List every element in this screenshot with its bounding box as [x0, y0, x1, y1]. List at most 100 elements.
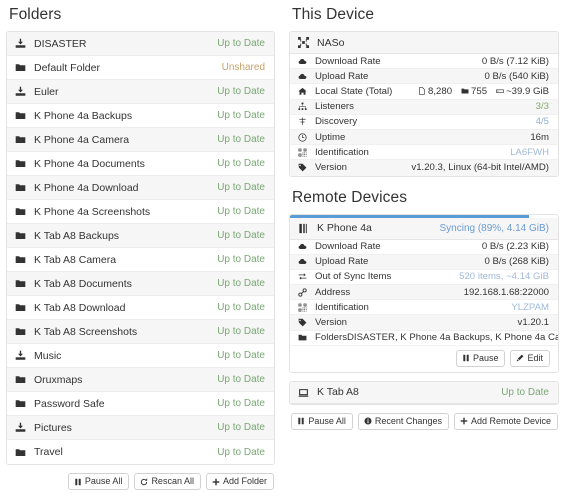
folder-icon — [298, 333, 314, 342]
detail-label: Download Rate — [314, 56, 482, 67]
detail-value: 192.168.1.68:22000 — [464, 287, 549, 298]
folders-column: Folders DISASTERUp to DateDefault Folder… — [0, 0, 283, 500]
folder-status: Up to Date — [217, 182, 265, 193]
pause-icon — [74, 478, 82, 486]
detail-value: 8,280755~39.9 GiB — [418, 86, 549, 97]
remote-device-panel: K Tab A8Up to Date — [289, 381, 559, 405]
device-detail-row: Uptime16m — [290, 130, 558, 145]
folder-row[interactable]: EulerUp to Date — [7, 80, 274, 104]
folder-status: Up to Date — [217, 254, 265, 265]
remote-device-name: K Tab A8 — [315, 386, 501, 398]
folder-row[interactable]: K Tab A8 ScreenshotsUp to Date — [7, 320, 274, 344]
pause-icon — [297, 417, 305, 425]
folder-name: K Phone 4a Screenshots — [32, 206, 217, 218]
folder-status: Unshared — [222, 62, 265, 73]
recent-changes-button[interactable]: Recent Changes — [358, 413, 449, 430]
send-only-folder-icon — [15, 38, 32, 49]
folder-row[interactable]: TravelUp to Date — [7, 440, 274, 464]
folder-name: K Phone 4a Camera — [32, 134, 217, 146]
remote-device-status: Up to Date — [501, 387, 549, 398]
folder-row[interactable]: K Tab A8 DownloadUp to Date — [7, 296, 274, 320]
folder-row[interactable]: K Tab A8 BackupsUp to Date — [7, 224, 274, 248]
folder-panel-actions: Pause All Rescan All Add Folder — [6, 473, 275, 490]
folder-name: Music — [32, 350, 217, 362]
detail-label: Upload Rate — [314, 256, 484, 267]
detail-value: 0 B/s (268 KiB) — [484, 256, 549, 267]
button-label: Pause All — [85, 477, 123, 486]
pause-icon — [462, 354, 470, 362]
folder-icon — [15, 134, 32, 145]
device-detail-row: Discovery4/5 — [290, 115, 558, 130]
this-device-header[interactable]: NASo — [290, 32, 558, 54]
device-detail-row: IdentificationLA6FWH — [290, 145, 558, 160]
button-label: Pause All — [308, 417, 346, 426]
folder-row[interactable]: K Tab A8 CameraUp to Date — [7, 248, 274, 272]
exchange-icon — [298, 272, 314, 281]
folder-status: Up to Date — [217, 230, 265, 241]
pause-all-button[interactable]: Pause All — [68, 473, 130, 490]
folder-row[interactable]: OruxmapsUp to Date — [7, 368, 274, 392]
folder-row[interactable]: Password SafeUp to Date — [7, 392, 274, 416]
folder-icon — [15, 110, 32, 121]
segment-text: 755 — [471, 86, 487, 97]
cloud-upload-icon — [298, 72, 314, 81]
devices-column: This Device NASo Download Rate0 B/s (7.1… — [283, 0, 567, 500]
folder-icon — [15, 447, 32, 458]
folder-icon — [15, 62, 32, 73]
folder-status: Up to Date — [217, 350, 265, 361]
detail-value: 4/5 — [536, 116, 549, 127]
folder-row[interactable]: MusicUp to Date — [7, 344, 274, 368]
folder-row[interactable]: K Phone 4a CameraUp to Date — [7, 128, 274, 152]
qrcode-icon — [298, 303, 314, 312]
device-detail-row: Download Rate0 B/s (7.12 KiB) — [290, 54, 558, 69]
add-folder-button[interactable]: Add Folder — [206, 473, 274, 490]
device-detail-row: Upload Rate0 B/s (540 KiB) — [290, 69, 558, 84]
folder-icon — [15, 302, 32, 313]
button-label: Add Remote Device — [471, 417, 551, 426]
device-detail-row: Local State (Total)8,280755~39.9 GiB — [290, 84, 558, 99]
rescan-all-button[interactable]: Rescan All — [134, 473, 201, 490]
pause-button[interactable]: Pause — [456, 350, 506, 367]
remote-device-panel: K Phone 4aSyncing (89%, 4.14 GiB)Downloa… — [289, 214, 559, 373]
folder-name: Pictures — [32, 422, 217, 434]
device-detail-row: Download Rate0 B/s (2.23 KiB) — [290, 240, 558, 255]
folder-row[interactable]: K Tab A8 DocumentsUp to Date — [7, 272, 274, 296]
detail-value[interactable]: LA6FWH — [510, 147, 549, 158]
detail-value: v1.20.1 — [518, 317, 549, 328]
this-device-panel: NASo Download Rate0 B/s (7.12 KiB)Upload… — [289, 31, 559, 177]
folder-status: Up to Date — [217, 110, 265, 121]
detail-label: Download Rate — [314, 241, 482, 252]
folder-icon — [15, 230, 32, 241]
folder-row[interactable]: K Phone 4a DocumentsUp to Date — [7, 152, 274, 176]
detail-value: 0 B/s (2.23 KiB) — [482, 241, 549, 252]
detail-value[interactable]: YLZPAM — [511, 302, 549, 313]
folder-icon — [15, 398, 32, 409]
detail-value: 0 B/s (7.12 KiB) — [482, 56, 549, 67]
detail-label: Listeners — [314, 101, 536, 112]
button-label: Recent Changes — [375, 417, 442, 426]
folder-list: DISASTERUp to DateDefault FolderUnshared… — [6, 31, 275, 465]
cloud-download-icon — [298, 57, 314, 66]
tag-icon — [298, 318, 314, 327]
qrcode-icon — [298, 148, 314, 157]
this-device-heading: This Device — [292, 6, 559, 24]
add-remote-device-button[interactable]: Add Remote Device — [454, 413, 558, 430]
edit-button[interactable]: Edit — [510, 350, 550, 367]
link-icon — [298, 288, 314, 297]
folder-row[interactable]: K Phone 4a DownloadUp to Date — [7, 176, 274, 200]
cloud-download-icon — [298, 242, 314, 251]
remote-device-header[interactable]: K Phone 4aSyncing (89%, 4.14 GiB) — [290, 218, 558, 240]
pause-all-button[interactable]: Pause All — [291, 413, 353, 430]
folder-row[interactable]: DISASTERUp to Date — [7, 32, 274, 56]
folder-row[interactable]: PicturesUp to Date — [7, 416, 274, 440]
folder-icon — [15, 278, 32, 289]
folder-row[interactable]: Default FolderUnshared — [7, 56, 274, 80]
remote-device-header[interactable]: K Tab A8Up to Date — [290, 382, 558, 404]
detail-value[interactable]: 520 items, ~4.14 GiB — [459, 271, 549, 282]
folder-status: Up to Date — [217, 398, 265, 409]
folder-row[interactable]: K Phone 4a BackupsUp to Date — [7, 104, 274, 128]
folder-icon — [15, 206, 32, 217]
folder-status: Up to Date — [217, 326, 265, 337]
segment-text: ~39.9 GiB — [506, 86, 549, 97]
folder-row[interactable]: K Phone 4a ScreenshotsUp to Date — [7, 200, 274, 224]
